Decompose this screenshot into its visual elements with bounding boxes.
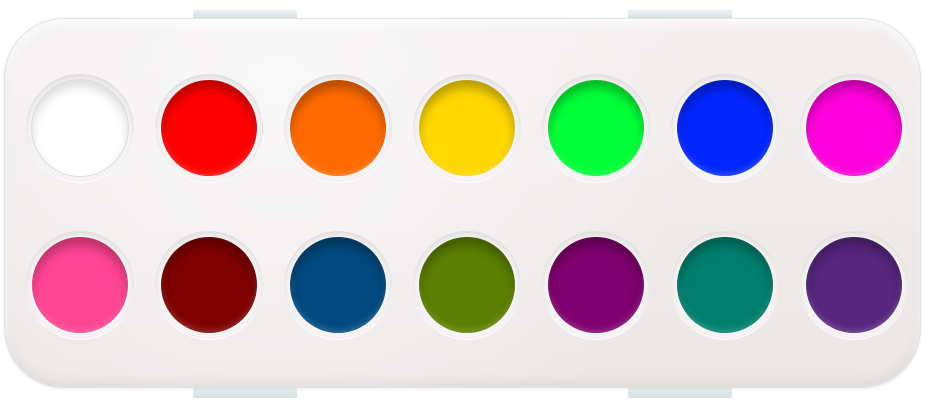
paint-swatch-violet[interactable] bbox=[806, 237, 902, 333]
paint-well-green[interactable] bbox=[542, 74, 650, 182]
paint-well-violet[interactable] bbox=[800, 231, 908, 339]
paint-swatch-yellow[interactable] bbox=[419, 80, 515, 176]
paint-swatch-navy-blue[interactable] bbox=[290, 237, 386, 333]
paint-well-yellow[interactable] bbox=[413, 74, 521, 182]
tray-clip-bottom-left bbox=[193, 388, 297, 398]
paint-well-pink[interactable] bbox=[26, 231, 134, 339]
paint-swatch-olive-green[interactable] bbox=[419, 237, 515, 333]
paint-palette-stage bbox=[0, 0, 927, 406]
paint-wells-grid bbox=[26, 74, 910, 340]
paint-well-maroon[interactable] bbox=[155, 231, 263, 339]
paint-swatch-maroon[interactable] bbox=[161, 237, 257, 333]
paint-swatch-red[interactable] bbox=[161, 80, 257, 176]
paint-swatch-purple[interactable] bbox=[548, 237, 644, 333]
paint-swatch-pink[interactable] bbox=[32, 237, 128, 333]
paint-well-magenta[interactable] bbox=[800, 74, 908, 182]
paint-swatch-blue[interactable] bbox=[677, 80, 773, 176]
paint-well-white[interactable] bbox=[26, 74, 134, 182]
paint-well-blue[interactable] bbox=[671, 74, 779, 182]
paint-well-teal[interactable] bbox=[671, 231, 779, 339]
tray-clip-bottom-right bbox=[628, 388, 732, 398]
paint-well-red[interactable] bbox=[155, 74, 263, 182]
paint-well-navy-blue[interactable] bbox=[284, 231, 392, 339]
paint-well-olive-green[interactable] bbox=[413, 231, 521, 339]
paint-swatch-magenta[interactable] bbox=[806, 80, 902, 176]
paint-swatch-orange[interactable] bbox=[290, 80, 386, 176]
paint-well-purple[interactable] bbox=[542, 231, 650, 339]
paint-swatch-white[interactable] bbox=[32, 80, 128, 176]
paint-well-orange[interactable] bbox=[284, 74, 392, 182]
paint-swatch-teal[interactable] bbox=[677, 237, 773, 333]
paint-swatch-green[interactable] bbox=[548, 80, 644, 176]
